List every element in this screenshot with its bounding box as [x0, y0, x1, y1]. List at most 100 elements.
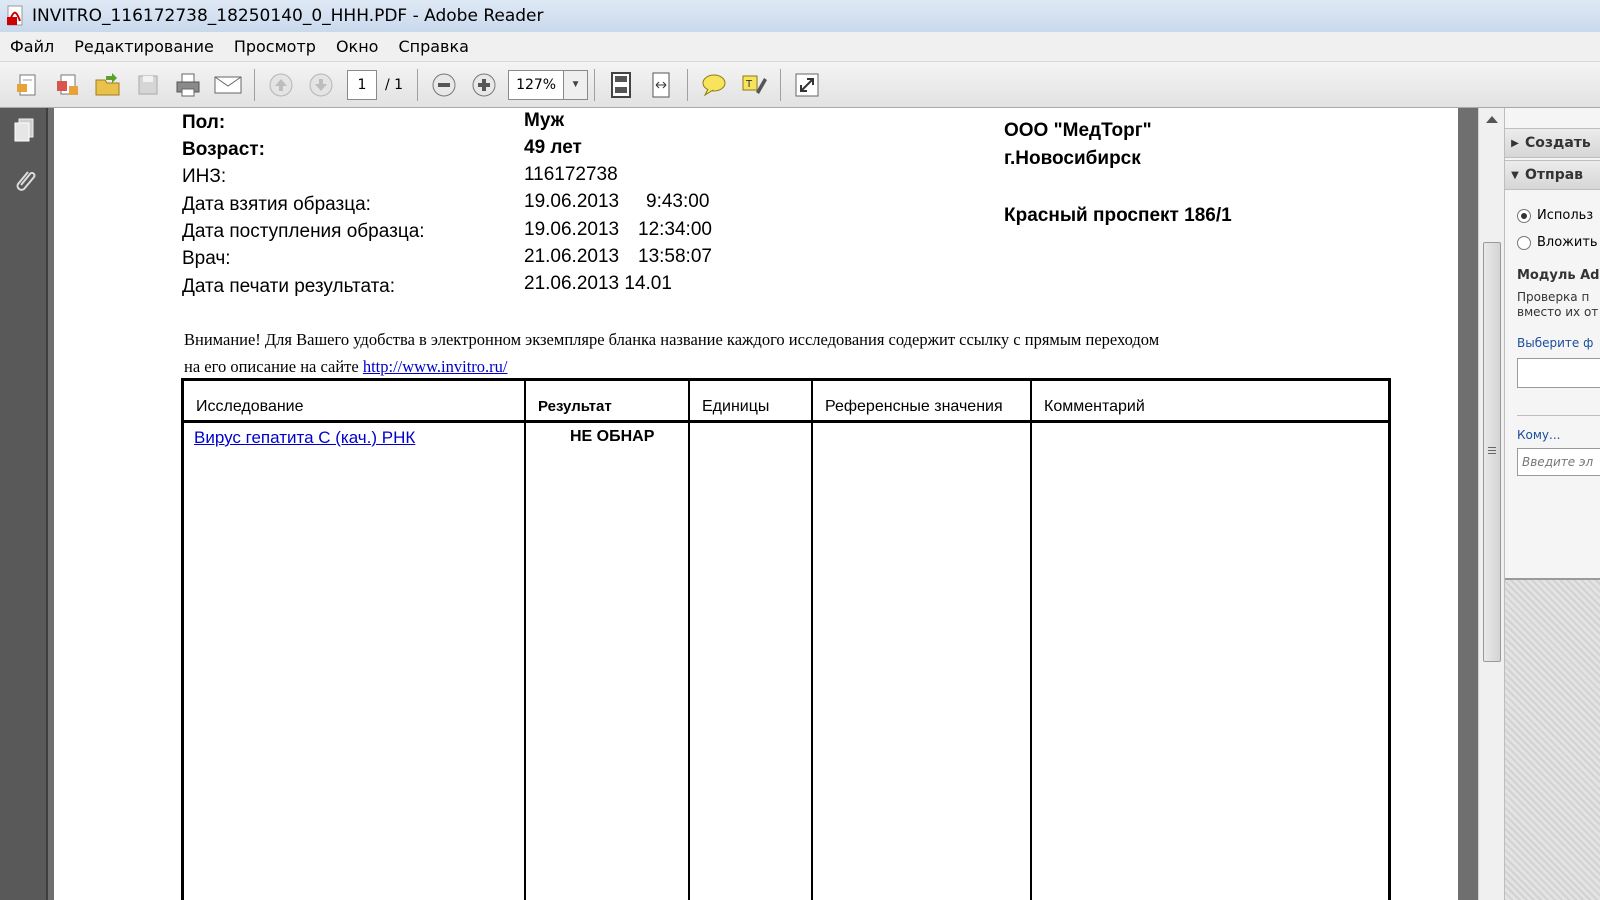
- task-pane: ▶ Создать ▼ Отправ Использ Вложить Модул…: [1504, 108, 1600, 900]
- test-result: НЕ ОБНАР: [570, 428, 655, 445]
- print-icon[interactable]: [171, 68, 205, 102]
- chevron-down-icon: ▼: [1511, 169, 1519, 181]
- sample-received-date: 19.06.2013: [524, 219, 620, 240]
- fit-page-icon[interactable]: [604, 68, 638, 102]
- highlight-icon[interactable]: T: [737, 68, 771, 102]
- grip-icon: [1488, 447, 1496, 448]
- toolbar-separator: [254, 68, 255, 101]
- choose-file-link[interactable]: Выберите ф: [1517, 336, 1593, 350]
- window-title: INVITRO_116172738_18250140_0_HHH.PDF - A…: [32, 6, 544, 26]
- menu-window[interactable]: Окно: [326, 37, 389, 56]
- attachments-icon[interactable]: [10, 166, 38, 194]
- fit-width-icon[interactable]: [644, 68, 678, 102]
- file-select-field[interactable]: [1517, 358, 1600, 388]
- header-result: Результат: [538, 398, 612, 415]
- header-units: Единицы: [702, 398, 770, 415]
- toolbar-separator: [687, 68, 689, 101]
- org-city: г.Новосибирск: [1004, 148, 1141, 169]
- test-name-link[interactable]: Вирус гепатита С (кач.) РНК: [194, 428, 415, 448]
- pdf-file-icon: [6, 5, 26, 27]
- radio-use-label: Использ: [1537, 208, 1594, 223]
- toolbar-separator: [594, 68, 596, 101]
- toolbar: 1 / 1 127% ▼ T: [0, 62, 1600, 108]
- chevron-right-icon: ▶: [1511, 137, 1519, 149]
- pages-icon[interactable]: [10, 116, 38, 144]
- vertical-scrollbar[interactable]: [1478, 108, 1504, 900]
- scrollbar-thumb[interactable]: [1483, 242, 1501, 662]
- doctor-label: Врач:: [182, 248, 231, 269]
- menu-edit[interactable]: Редактирование: [64, 37, 224, 56]
- radio-use[interactable]: Использ: [1517, 208, 1593, 223]
- menu-view[interactable]: Просмотр: [224, 37, 326, 56]
- radio-unselected-icon[interactable]: [1517, 235, 1531, 250]
- toolbar-separator: [417, 68, 419, 101]
- sex-label: Пол:: [182, 112, 226, 133]
- notice-line-1: Внимание! Для Вашего удобства в электрон…: [184, 330, 1160, 349]
- sample-taken-label: Дата взятия образца:: [182, 194, 371, 215]
- navigation-panel: [0, 108, 48, 900]
- zoom-out-icon[interactable]: [427, 68, 461, 102]
- module-desc-1: Проверка п: [1517, 290, 1590, 304]
- comment-icon[interactable]: [697, 68, 731, 102]
- section-create-label: Создать: [1525, 135, 1591, 151]
- column-divider: [524, 381, 526, 900]
- inz-value: 116172738: [524, 164, 618, 185]
- print-date-value: 21.06.2013 14.01: [524, 273, 672, 294]
- full-screen-icon[interactable]: [790, 68, 824, 102]
- page-total: / 1: [385, 76, 404, 93]
- header-reference: Референсные значения: [825, 398, 1003, 415]
- sample-received-label: Дата поступления образца:: [182, 221, 425, 242]
- table-header-divider: [184, 420, 1388, 423]
- radio-attach-label: Вложить: [1537, 235, 1598, 250]
- radio-attach[interactable]: Вложить: [1517, 235, 1598, 250]
- page-number-input[interactable]: 1: [347, 69, 377, 100]
- zoom-value[interactable]: 127%: [508, 69, 565, 100]
- sex-value: Муж: [524, 110, 565, 131]
- email-input[interactable]: Введите эл: [1517, 448, 1600, 476]
- section-send[interactable]: ▼ Отправ: [1505, 160, 1600, 190]
- org-name: ООО "МедТорг": [1004, 120, 1152, 141]
- module-desc-2: вместо их от: [1517, 305, 1599, 319]
- document-viewport[interactable]: Пол: Муж Возраст: 49 лет ИНЗ: 116172738 …: [48, 108, 1478, 900]
- header-test: Исследование: [196, 398, 304, 415]
- combine-files-icon[interactable]: [51, 68, 85, 102]
- menu-file[interactable]: Файл: [0, 37, 64, 56]
- scroll-up-icon[interactable]: [1486, 116, 1498, 123]
- age-label: Возраст:: [182, 139, 265, 160]
- next-page-icon[interactable]: [304, 68, 338, 102]
- notice-line-2: на его описание на сайте http://www.invi…: [184, 357, 508, 377]
- zoom-in-icon[interactable]: [467, 68, 501, 102]
- age-value: 49 лет: [524, 137, 582, 158]
- notice-line-2-prefix: на его описание на сайте: [184, 357, 359, 376]
- pane-background: [1505, 578, 1600, 900]
- sample-received-time: 12:34:00: [638, 219, 712, 240]
- previous-page-icon[interactable]: [264, 68, 298, 102]
- create-pdf-icon[interactable]: [11, 68, 45, 102]
- module-title: Модуль Ad: [1517, 268, 1600, 283]
- column-divider: [1030, 381, 1032, 900]
- save-icon[interactable]: [131, 68, 165, 102]
- toolbar-separator: [780, 68, 782, 101]
- to-link[interactable]: Кому...: [1517, 428, 1560, 442]
- pdf-page: Пол: Муж Возраст: 49 лет ИНЗ: 116172738 …: [54, 108, 1458, 900]
- org-address: Красный проспект 186/1: [1004, 205, 1232, 226]
- chevron-down-icon[interactable]: ▼: [564, 69, 589, 100]
- section-create[interactable]: ▶ Создать: [1505, 128, 1600, 158]
- sample-taken-date: 19.06.2013: [524, 191, 620, 212]
- menu-help[interactable]: Справка: [388, 37, 479, 56]
- column-divider: [688, 381, 690, 900]
- doctor-time: 13:58:07: [638, 246, 712, 267]
- header-comment: Комментарий: [1044, 398, 1145, 415]
- doctor-date: 21.06.2013: [524, 246, 620, 267]
- radio-selected-icon[interactable]: [1517, 208, 1531, 223]
- invitro-link[interactable]: http://www.invitro.ru/: [363, 357, 508, 376]
- results-table: Исследование Результат Единицы Референсн…: [181, 378, 1391, 900]
- inz-label: ИНЗ:: [182, 166, 227, 187]
- sample-taken-time: 9:43:00: [646, 191, 710, 212]
- zoom-select[interactable]: 127% ▼: [508, 69, 589, 100]
- email-icon[interactable]: [211, 68, 245, 102]
- svg-text:T: T: [745, 79, 753, 90]
- open-folder-icon[interactable]: [91, 68, 125, 102]
- print-date-label: Дата печати результата:: [182, 276, 395, 297]
- column-divider: [811, 381, 813, 900]
